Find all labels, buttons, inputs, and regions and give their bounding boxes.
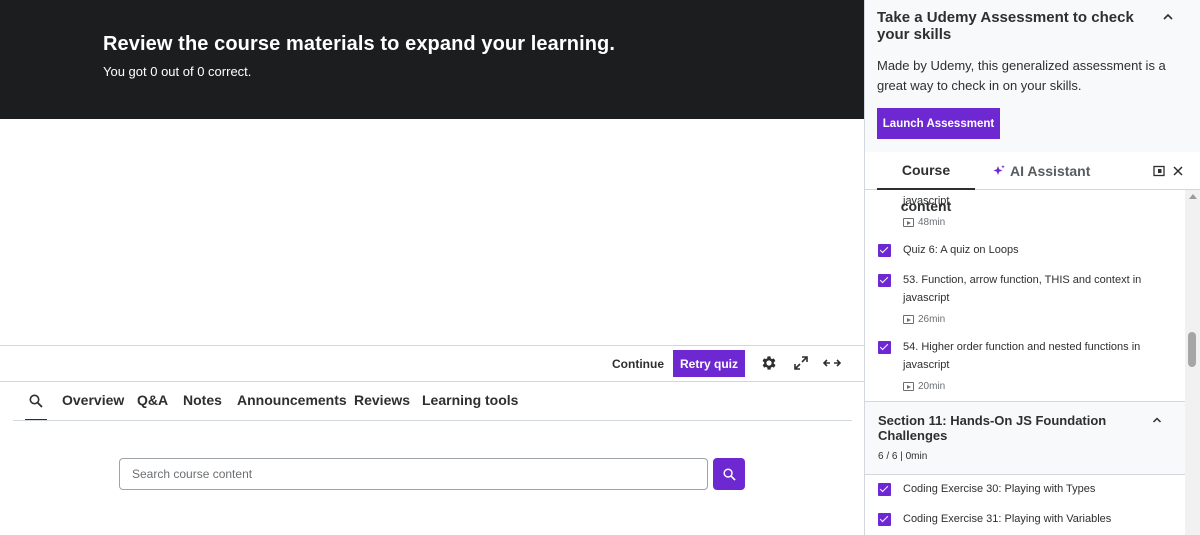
search-tab[interactable] — [25, 382, 47, 421]
tabs-divider — [13, 420, 852, 421]
exercise-title[interactable]: Coding Exercise 31: Playing with Variabl… — [903, 510, 1148, 528]
player-controls: Continue Retry quiz — [0, 345, 864, 382]
lecture-duration-text: 48min — [918, 217, 946, 228]
lecture-duration: 20min — [903, 381, 945, 392]
lecture-title[interactable]: 53. Function, arrow function, THIS and c… — [903, 271, 1148, 307]
section-header[interactable]: Section 11: Hands-On JS Foundation Chall… — [865, 401, 1185, 475]
main-pane: Review the course materials to expand yo… — [0, 0, 864, 535]
retry-quiz-button[interactable]: Retry quiz — [673, 350, 745, 377]
launch-assessment-button[interactable]: Launch Assessment — [877, 108, 1000, 139]
scrollbar[interactable] — [1185, 190, 1200, 535]
assessment-title: Take a Udemy Assessment to check your sk… — [877, 9, 1134, 43]
lecture-title[interactable]: javascript — [903, 192, 1148, 210]
app: Review the course materials to expand yo… — [0, 0, 1200, 535]
chevron-up-icon[interactable] — [1161, 10, 1175, 24]
lecture-tabs: Overview Q&A Notes Announcements Reviews… — [0, 382, 864, 422]
quiz-title[interactable]: Quiz 6: A quiz on Loops — [903, 241, 1148, 259]
sparkle-icon — [993, 165, 1005, 175]
completed-checkbox[interactable] — [878, 483, 891, 496]
scroll-up-arrow[interactable] — [1189, 194, 1197, 199]
expand-icon[interactable] — [792, 354, 810, 372]
exercise-title[interactable]: Coding Exercise 30: Playing with Types — [903, 480, 1148, 498]
lecture-duration: 26min — [903, 314, 945, 325]
tab-announcements[interactable]: Announcements — [237, 392, 347, 408]
chevron-up-icon[interactable] — [1151, 414, 1163, 426]
section-progress: 6 / 6 | 0min — [878, 451, 928, 462]
tab-overview[interactable]: Overview — [62, 392, 124, 408]
video-icon — [903, 382, 914, 391]
tab-qa[interactable]: Q&A — [137, 392, 168, 408]
completed-checkbox[interactable] — [878, 244, 891, 257]
gear-icon[interactable] — [760, 354, 778, 372]
section-title: Section 11: Hands-On JS Foundation Chall… — [878, 413, 1107, 443]
tab-notes[interactable]: Notes — [183, 392, 222, 408]
close-icon[interactable] — [1171, 164, 1185, 178]
banner-subtitle: You got 0 out of 0 correct. — [103, 64, 252, 79]
assessment-description: Made by Udemy, this generalized assessme… — [877, 58, 1166, 93]
tab-learning-tools[interactable]: Learning tools — [422, 392, 518, 408]
lecture-title[interactable]: 54. Higher order function and nested fun… — [903, 338, 1148, 374]
continue-button[interactable]: Continue — [606, 350, 670, 378]
course-content-list: javascript 48min Quiz 6: A quiz on Loops… — [865, 190, 1185, 535]
tab-course-content[interactable]: Course content — [877, 152, 975, 214]
lecture-duration-text: 26min — [918, 314, 946, 325]
tab-ai-assistant-label: AI Assistant — [1010, 163, 1091, 179]
content-stage — [0, 119, 864, 345]
wide-view-icon[interactable] — [823, 354, 841, 372]
panel-toggle-icon[interactable] — [1152, 164, 1166, 178]
completed-checkbox[interactable] — [878, 513, 891, 526]
tab-ai-assistant[interactable]: AI Assistant — [992, 152, 1090, 190]
assessment-panel: Take a Udemy Assessment to check your sk… — [865, 0, 1200, 152]
video-icon — [903, 315, 914, 324]
search-icon — [29, 394, 43, 408]
completed-checkbox[interactable] — [878, 341, 891, 354]
sidebar-tabs: Course content AI Assistant — [865, 152, 1200, 214]
search-icon — [722, 467, 736, 481]
scrollbar-thumb[interactable] — [1188, 332, 1196, 367]
search-input[interactable] — [119, 458, 708, 490]
lecture-duration-text: 20min — [918, 381, 946, 392]
search-button[interactable] — [713, 458, 745, 490]
quiz-result-banner: Review the course materials to expand yo… — [0, 0, 864, 119]
course-sidebar: Take a Udemy Assessment to check your sk… — [864, 0, 1200, 535]
tab-reviews[interactable]: Reviews — [354, 392, 410, 408]
lecture-duration: 48min — [903, 217, 945, 228]
completed-checkbox[interactable] — [878, 274, 891, 287]
banner-title: Review the course materials to expand yo… — [103, 33, 616, 55]
video-icon — [903, 218, 914, 227]
